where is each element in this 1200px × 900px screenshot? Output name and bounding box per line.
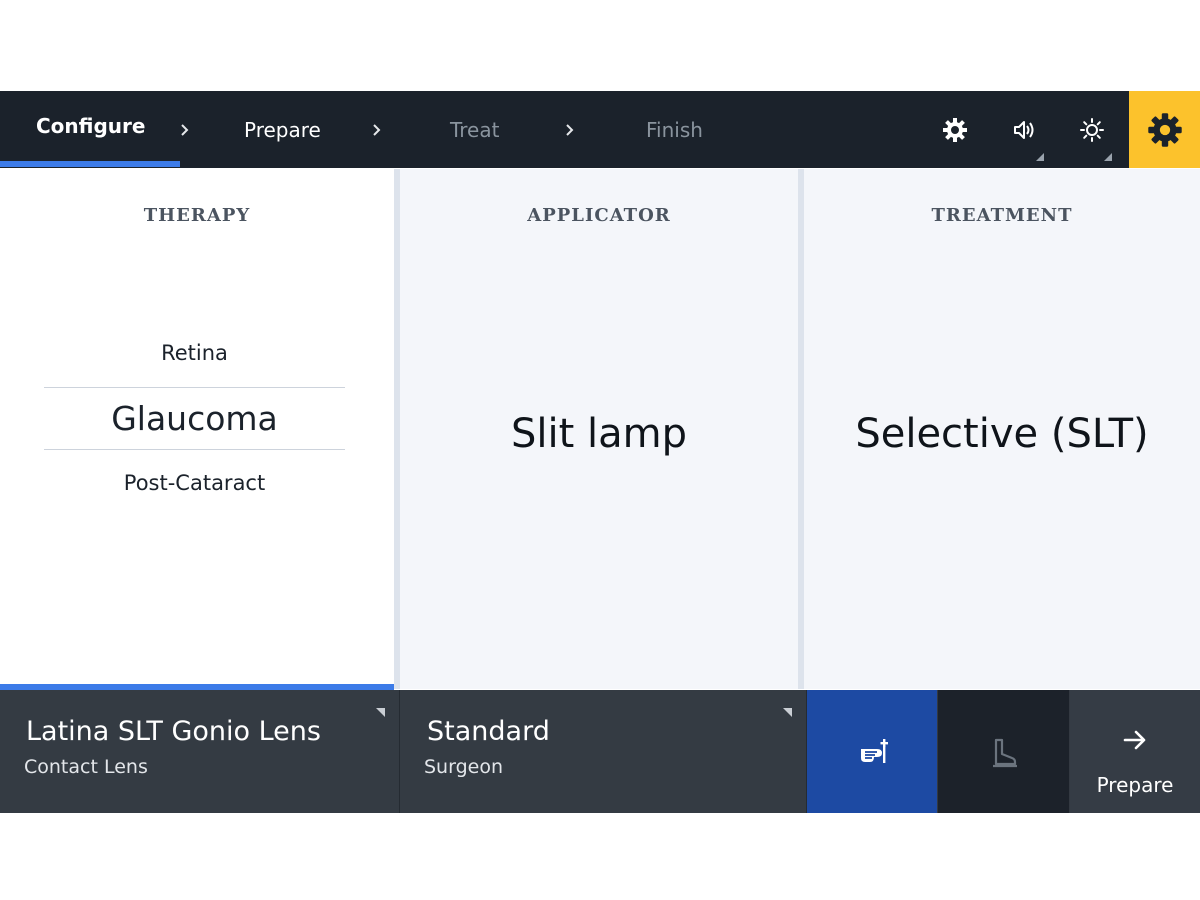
chevron-right-icon bbox=[370, 91, 384, 168]
workflow-nav-bar: Configure Prepare Treat Finish bbox=[0, 91, 1200, 168]
brightness-button[interactable] bbox=[1058, 91, 1126, 168]
volume-button[interactable] bbox=[990, 91, 1058, 168]
therapy-option-post-cataract[interactable]: Post-Cataract bbox=[44, 471, 345, 495]
step-configure-label: Configure bbox=[36, 113, 146, 138]
step-finish-label: Finish bbox=[646, 117, 703, 142]
surgeon-mode-selector[interactable]: Standard Surgeon bbox=[400, 690, 806, 813]
contact-lens-value: Latina SLT Gonio Lens bbox=[26, 716, 321, 747]
surgeon-mode-value: Standard bbox=[427, 716, 550, 747]
contact-lens-selector[interactable]: Latina SLT Gonio Lens Contact Lens bbox=[0, 690, 399, 813]
dropdown-corner-icon bbox=[1104, 153, 1112, 161]
footswitch-button[interactable] bbox=[938, 690, 1069, 813]
therapy-title: THERAPY bbox=[143, 205, 251, 226]
dropdown-corner-icon bbox=[1036, 153, 1044, 161]
step-prepare[interactable]: Prepare bbox=[244, 91, 321, 168]
step-treat-label: Treat bbox=[450, 117, 500, 142]
contact-lens-label: Contact Lens bbox=[24, 756, 148, 778]
applicator-title: APPLICATOR bbox=[527, 205, 671, 226]
hand-control-icon bbox=[861, 738, 888, 763]
applicator-panel[interactable]: APPLICATOR Slit lamp bbox=[400, 169, 798, 689]
treatment-panel[interactable]: TREATMENT Selective (SLT) bbox=[804, 169, 1200, 689]
step-finish: Finish bbox=[646, 91, 703, 168]
next-step-label: Prepare bbox=[1096, 773, 1174, 797]
bottom-bar: Latina SLT Gonio Lens Contact Lens Stand… bbox=[0, 690, 1200, 813]
footswitch-icon bbox=[992, 738, 1017, 767]
dropdown-corner-icon bbox=[376, 708, 385, 717]
active-step-indicator bbox=[0, 161, 180, 167]
settings-button[interactable] bbox=[1129, 91, 1200, 168]
treatment-title: TREATMENT bbox=[931, 205, 1073, 226]
next-step-button[interactable]: Prepare bbox=[1070, 690, 1200, 813]
arrow-right-icon bbox=[1123, 730, 1146, 750]
surgeon-mode-label: Surgeon bbox=[424, 756, 503, 778]
step-prepare-label: Prepare bbox=[244, 117, 321, 142]
chevron-right-icon bbox=[563, 91, 577, 168]
applicator-value: Slit lamp bbox=[511, 411, 687, 457]
therapy-option-glaucoma[interactable]: Glaucoma bbox=[44, 399, 345, 438]
divider bbox=[44, 449, 345, 450]
chevron-right-icon bbox=[178, 91, 192, 168]
aiming-beam-button[interactable] bbox=[921, 91, 989, 168]
hand-control-button[interactable] bbox=[807, 690, 937, 813]
treatment-value: Selective (SLT) bbox=[855, 411, 1149, 457]
volume-icon bbox=[1014, 120, 1034, 139]
brightness-icon bbox=[1080, 117, 1104, 142]
dropdown-corner-icon bbox=[783, 708, 792, 717]
gear-icon bbox=[943, 117, 967, 142]
therapy-option-retina[interactable]: Retina bbox=[44, 341, 345, 365]
therapy-panel: THERAPY Retina Glaucoma Post-Cataract bbox=[0, 169, 394, 689]
divider bbox=[44, 387, 345, 388]
app-window: Configure Prepare Treat Finish THERAPY R… bbox=[0, 91, 1200, 813]
step-treat: Treat bbox=[450, 91, 499, 168]
settings-icon bbox=[1147, 112, 1182, 147]
step-configure[interactable]: Configure bbox=[36, 87, 145, 164]
